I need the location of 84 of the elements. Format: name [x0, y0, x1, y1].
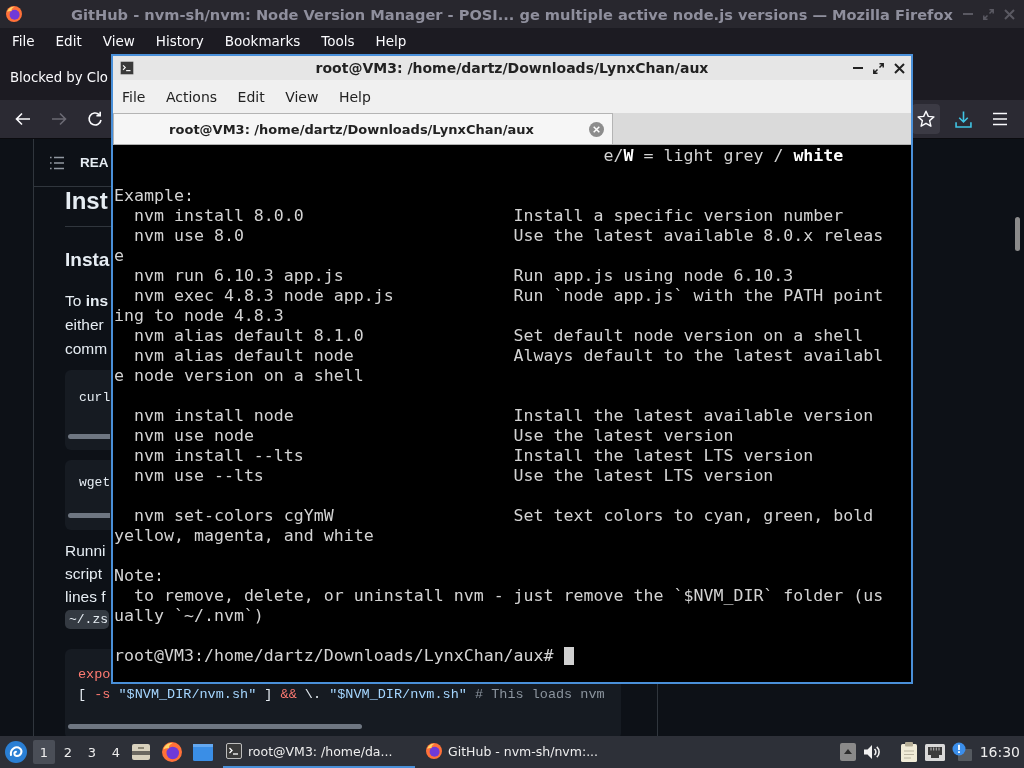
download-icon: [954, 110, 972, 128]
menu-item[interactable]: Bookmarks: [224, 33, 301, 49]
menu-item[interactable]: History: [155, 33, 204, 49]
clock-text: 16:30: [979, 744, 1020, 760]
desktop-icon[interactable]: [193, 743, 213, 761]
clipboard-icon[interactable]: [899, 742, 918, 762]
terminal-line: ually `~/.nvm`): [114, 606, 264, 626]
inline-code: ~/.zs: [65, 610, 109, 629]
terminal-icon: [226, 743, 242, 759]
code-line: wget: [79, 474, 111, 492]
menu-item[interactable]: View: [285, 88, 319, 105]
code-line: [ -s "$NVM_DIR/nvm.sh" ] && \. "$NVM_DIR/nvm.sh" # This loads nvm: [78, 686, 605, 704]
tab[interactable]: root@VM3: /home/dartz/Downloads/LynxChan/aux: [113, 113, 613, 144]
paragraph-text: script: [65, 564, 103, 584]
bookmark-button[interactable]: [912, 104, 940, 134]
terminal-line: nvm alias default node Always default to the latest availabl: [134, 346, 884, 366]
list-icon[interactable]: [49, 154, 65, 171]
code-line: expo: [78, 666, 111, 684]
browser-logo-icon: [6, 6, 22, 22]
menu-item[interactable]: View: [102, 33, 135, 49]
terminal-line: Example:: [114, 186, 194, 206]
terminal-icon: [120, 61, 134, 75]
terminal-line: nvm install node Install the latest available version: [134, 406, 874, 426]
network-port-icon[interactable]: [924, 743, 945, 761]
task-button[interactable]: root@VM3: /home/da...: [223, 736, 415, 768]
scrollbar-thumb[interactable]: [68, 513, 110, 518]
window-title: root@VM3: /home/dartz/Downloads/LynxChan/aux: [315, 60, 709, 76]
back-icon[interactable]: [15, 111, 31, 127]
workspace-button[interactable]: 4: [105, 740, 127, 764]
browser-logo-icon: [426, 743, 442, 759]
terminal-line: nvm run 6.10.3 app.js Run app.js using node 6.10.3: [134, 266, 794, 286]
menu-item[interactable]: Help: [338, 88, 371, 105]
workspace-button[interactable]: 2: [57, 740, 79, 764]
terminal-line: Note:: [114, 566, 164, 586]
scrollbar-thumb[interactable]: [68, 434, 110, 439]
star-icon: [917, 110, 935, 128]
section-heading: Insta: [65, 248, 110, 272]
terminal-line: nvm alias default 8.1.0 Set default node version on a shell: [134, 326, 864, 346]
close-icon[interactable]: [894, 62, 905, 74]
workspace-button[interactable]: 1: [33, 740, 55, 764]
paragraph-text: To ins: [65, 291, 109, 311]
drawer-icon[interactable]: [131, 742, 151, 762]
scrollbar-thumb[interactable]: [1015, 217, 1020, 251]
terminal-line: ing to node 4.8.3: [114, 306, 284, 326]
workspace-button[interactable]: 3: [81, 740, 103, 764]
terminal-line: nvm install 8.0.0 Install a specific version number: [134, 206, 844, 226]
reload-icon[interactable]: [87, 111, 103, 127]
terminal-line: nvm use 8.0 Use the latest available 8.0.x releas: [134, 226, 884, 246]
menu-item[interactable]: Tools: [321, 33, 355, 49]
paragraph-text: Runni: [65, 541, 106, 561]
browser-logo-icon[interactable]: [162, 742, 182, 762]
terminal-prompt: root@VM3:/home/dartz/Downloads/LynxChan/aux#: [114, 646, 554, 666]
menu-item[interactable]: File: [122, 88, 146, 105]
menu-icon: [992, 112, 1008, 126]
terminal-line: nvm install --lts Install the latest LTS version: [134, 446, 814, 466]
code-line: curl: [79, 389, 111, 407]
scrollbar-thumb[interactable]: [68, 724, 362, 729]
paragraph-text: comm: [65, 339, 108, 359]
terminal-line: nvm exec 4.8.3 node app.js Run `node app.js` with the PATH point: [134, 286, 884, 306]
notification-icon[interactable]: [951, 742, 972, 762]
menu-item[interactable]: Help: [375, 33, 407, 49]
menu-item[interactable]: Edit: [55, 33, 82, 49]
menu-item[interactable]: File: [12, 33, 35, 49]
terminal-line: nvm use node Use the latest version: [134, 426, 734, 446]
window-title: GitHub - nvm-sh/nvm: Node Version Manager - POSI... ge multiple active node.js versions — Mozilla Firefox: [71, 5, 953, 23]
terminal-line: yellow, magenta, and white: [114, 526, 374, 546]
menu-item[interactable]: Actions: [165, 88, 218, 105]
task-button[interactable]: GitHub - nvm-sh/nvm:...: [423, 736, 615, 768]
terminal-line: nvm use --lts Use the latest LTS version: [134, 466, 774, 486]
terminal-line: e node version on a shell: [114, 366, 364, 386]
notification-text: Blocked by Clo: [10, 69, 108, 85]
terminal-line: e: [114, 246, 124, 266]
cursor-icon: [563, 647, 574, 665]
paragraph-text: either: [65, 315, 104, 335]
speaker-icon[interactable]: [862, 743, 881, 761]
terminal-line: nvm set-colors cgYmW Set text colors to cyan, green, bold: [134, 506, 874, 526]
header-label: REA: [80, 155, 109, 170]
terminal-line: e/W = light grey / white: [603, 146, 844, 166]
paragraph-text: lines f: [65, 587, 106, 607]
menu-item[interactable]: Edit: [237, 88, 265, 105]
terminal-line: to remove, delete, or uninstall nvm - just remove the `$NVM_DIR` folder (us: [134, 586, 884, 606]
page-heading: Inst: [65, 187, 108, 215]
maximize-icon[interactable]: [873, 62, 884, 74]
swirl-logo-icon[interactable]: [5, 741, 27, 763]
